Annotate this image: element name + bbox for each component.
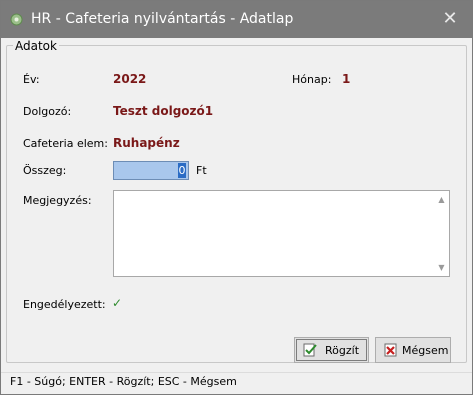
save-button[interactable]: Rögzít	[294, 337, 369, 363]
approved-checkbox[interactable]: ✓	[112, 297, 125, 310]
notes-textarea[interactable]: ▲ ▼	[113, 190, 450, 277]
amount-value: 0	[178, 163, 186, 178]
window-title: HR - Cafeteria nyilvántartás - Adatlap	[31, 11, 294, 27]
notes-label: Megjegyzés:	[23, 194, 92, 207]
status-text: F1 - Súgó; ENTER - Rögzít; ESC - Mégsem	[10, 375, 237, 388]
save-button-label: Rögzít	[325, 344, 360, 357]
app-icon	[10, 13, 23, 26]
status-bar: F1 - Súgó; ENTER - Rögzít; ESC - Mégsem	[1, 372, 472, 395]
employee-label: Dolgozó:	[23, 105, 72, 118]
amount-label: Összeg:	[23, 164, 67, 177]
month-value: 1	[342, 72, 351, 86]
title-bar: HR - Cafeteria nyilvántartás - Adatlap ✕	[1, 1, 472, 38]
close-icon[interactable]: ✕	[439, 9, 461, 29]
month-label: Hónap:	[292, 73, 332, 86]
cancel-button[interactable]: Mégsem	[375, 337, 451, 363]
cancel-button-label: Mégsem	[402, 344, 449, 357]
notes-scrollbar[interactable]: ▲ ▼	[434, 191, 449, 276]
cafeteria-item-value: Ruhapénz	[113, 136, 180, 150]
year-value: 2022	[113, 72, 147, 86]
cancel-x-icon	[384, 343, 397, 357]
scroll-down-icon[interactable]: ▼	[437, 263, 446, 272]
year-label: Év:	[23, 73, 40, 86]
dialog-window: HR - Cafeteria nyilvántartás - Adatlap ✕…	[0, 0, 473, 395]
scroll-up-icon[interactable]: ▲	[437, 195, 446, 204]
amount-unit: Ft	[196, 164, 207, 177]
cafeteria-item-label: Cafeteria elem:	[23, 137, 108, 150]
approved-label: Engedélyezett:	[23, 298, 106, 311]
employee-value: Teszt dolgozó1	[113, 104, 214, 118]
save-check-icon	[303, 343, 317, 357]
amount-input[interactable]: 0	[113, 161, 189, 180]
group-title: Adatok	[13, 39, 59, 53]
